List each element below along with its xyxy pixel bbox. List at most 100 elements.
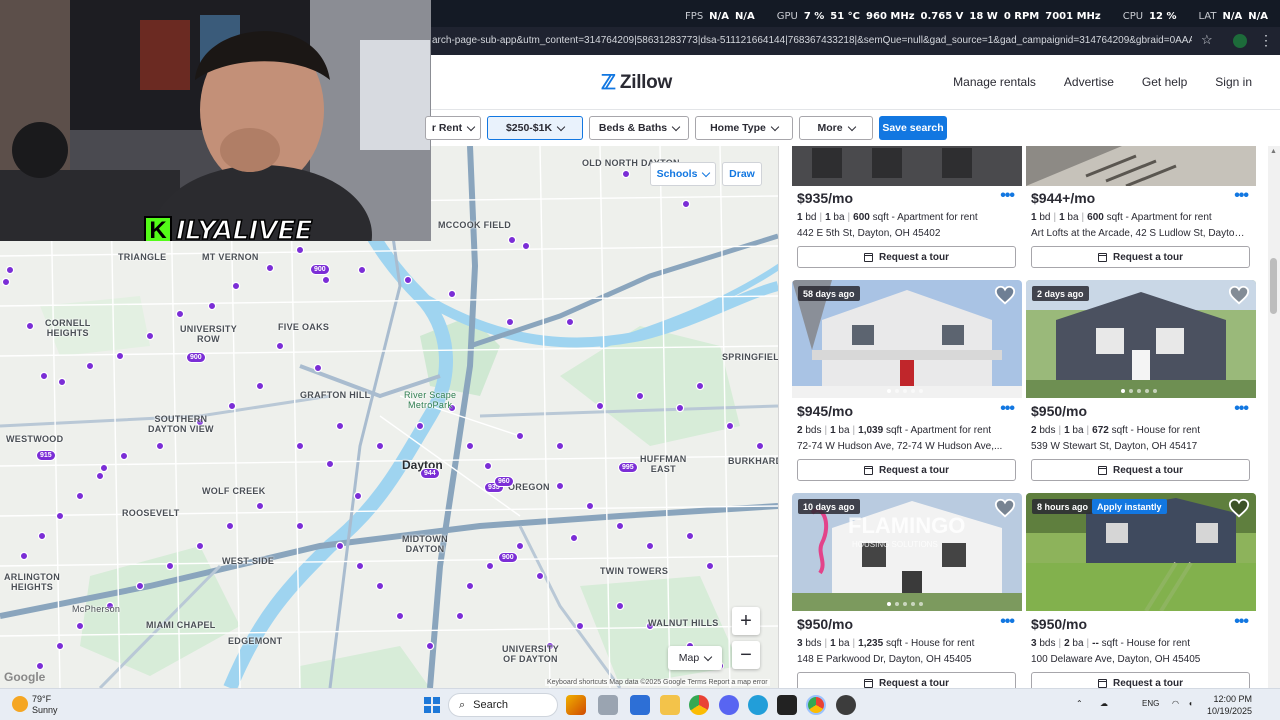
listing-marker[interactable] bbox=[99, 463, 109, 473]
listing-address[interactable]: 148 E Parkwood Dr, Dayton, OH 45405 bbox=[797, 654, 1012, 665]
listing-marker[interactable] bbox=[265, 263, 275, 273]
listing-marker[interactable] bbox=[615, 601, 625, 611]
listing-marker[interactable] bbox=[335, 541, 345, 551]
listing-marker[interactable] bbox=[507, 235, 517, 245]
listing-marker[interactable] bbox=[585, 501, 595, 511]
listing-marker[interactable] bbox=[295, 521, 305, 531]
listing-photo[interactable]: 2 days ago bbox=[1026, 280, 1256, 398]
listing-marker[interactable] bbox=[755, 441, 765, 451]
listing-marker[interactable] bbox=[55, 511, 65, 521]
nav-advertise[interactable]: Advertise bbox=[1064, 75, 1114, 89]
nav-get-help[interactable]: Get help bbox=[1142, 75, 1187, 89]
listing-card[interactable]: $935/mo ••• 1 bd | 1 ba | 600 sqft - Apartme… bbox=[792, 146, 1022, 268]
url-text[interactable]: arch-page-sub-app&utm_content=314764209|… bbox=[432, 35, 1192, 46]
profile-icon[interactable] bbox=[1233, 34, 1247, 48]
listing-marker[interactable] bbox=[357, 265, 367, 275]
volume-icon[interactable]: ◖ bbox=[1188, 699, 1193, 708]
listing-marker[interactable] bbox=[145, 331, 155, 341]
schools-button[interactable]: Schools bbox=[650, 162, 716, 186]
listing-marker[interactable] bbox=[621, 169, 631, 179]
listing-marker[interactable] bbox=[155, 441, 165, 451]
zillow-logo[interactable]: ℤ Zillow bbox=[601, 72, 672, 94]
photo-dots[interactable] bbox=[1121, 389, 1157, 393]
price-pin[interactable]: 960 bbox=[494, 476, 514, 487]
listing-marker[interactable] bbox=[85, 361, 95, 371]
map-type-button[interactable]: Map bbox=[668, 646, 722, 670]
listing-card[interactable]: 8 hours ago Apply instantly $950/mo ••• … bbox=[1026, 493, 1256, 688]
listing-card[interactable]: FLAMINGO HOUSING SOLUTIONS 10 days ago $9… bbox=[792, 493, 1022, 688]
listing-marker[interactable] bbox=[165, 561, 175, 571]
nav-sign-in[interactable]: Sign in bbox=[1215, 75, 1252, 89]
request-tour-button[interactable]: Request a tour bbox=[1031, 246, 1250, 268]
telegram-icon[interactable] bbox=[748, 695, 768, 715]
listing-marker[interactable] bbox=[403, 275, 413, 285]
listing-marker[interactable] bbox=[37, 531, 47, 541]
beds-baths-filter[interactable]: Beds & Baths bbox=[589, 116, 689, 140]
listing-marker[interactable] bbox=[75, 621, 85, 631]
cloud-icon[interactable]: ☁ bbox=[1100, 699, 1108, 708]
request-tour-button[interactable]: Request a tour bbox=[1031, 459, 1250, 481]
chrome-icon[interactable] bbox=[689, 695, 709, 715]
listing-marker[interactable] bbox=[335, 421, 345, 431]
browser-address-bar[interactable]: arch-page-sub-app&utm_content=314764209|… bbox=[431, 27, 1280, 55]
home-type-filter[interactable]: Home Type bbox=[695, 116, 793, 140]
taskbar-search[interactable]: ⌕ Search bbox=[448, 693, 558, 717]
listing-marker[interactable] bbox=[207, 301, 217, 311]
capcut-icon[interactable] bbox=[777, 695, 797, 715]
listing-address[interactable]: Art Lofts at the Arcade, 42 S Ludlow St,… bbox=[1031, 228, 1246, 239]
listing-marker[interactable] bbox=[95, 471, 105, 481]
more-options-icon[interactable]: ••• bbox=[1234, 187, 1249, 205]
weather-temp[interactable]: 79°F bbox=[32, 694, 51, 704]
listing-marker[interactable] bbox=[75, 491, 85, 501]
scroll-up-icon[interactable]: ▲ bbox=[1270, 148, 1277, 155]
weather-desc[interactable]: Sunny bbox=[32, 705, 58, 715]
listing-marker[interactable] bbox=[447, 289, 457, 299]
nav-manage-rentals[interactable]: Manage rentals bbox=[953, 75, 1036, 89]
request-tour-button[interactable]: Request a tour bbox=[797, 672, 1016, 688]
more-options-icon[interactable]: ••• bbox=[1000, 613, 1015, 631]
app-store-icon[interactable] bbox=[630, 695, 650, 715]
sun-icon[interactable] bbox=[12, 696, 28, 712]
listing-photo[interactable]: 8 hours ago Apply instantly bbox=[1026, 493, 1256, 611]
listing-marker[interactable] bbox=[615, 521, 625, 531]
listing-marker[interactable] bbox=[725, 421, 735, 431]
listing-marker[interactable] bbox=[685, 531, 695, 541]
listing-marker[interactable] bbox=[415, 421, 425, 431]
tray-chevron-icon[interactable]: ⌃ bbox=[1076, 699, 1083, 708]
listing-marker[interactable] bbox=[275, 341, 285, 351]
listing-marker[interactable] bbox=[395, 611, 405, 621]
listing-marker[interactable] bbox=[505, 317, 515, 327]
listing-marker[interactable] bbox=[55, 641, 65, 651]
listing-address[interactable]: 72-74 W Hudson Ave, 72-74 W Hudson Ave,.… bbox=[797, 441, 1012, 452]
price-pin[interactable]: 944 bbox=[420, 468, 440, 479]
listing-marker[interactable] bbox=[135, 581, 145, 591]
listing-marker[interactable] bbox=[425, 641, 435, 651]
listing-marker[interactable] bbox=[645, 541, 655, 551]
listing-type-filter[interactable]: r Rent bbox=[425, 116, 481, 140]
listing-marker[interactable] bbox=[483, 461, 493, 471]
listing-marker[interactable] bbox=[227, 401, 237, 411]
heart-icon[interactable] bbox=[994, 497, 1016, 519]
more-options-icon[interactable]: ••• bbox=[1234, 613, 1249, 631]
map-attribution[interactable]: Keyboard shortcuts Map data ©2025 Google… bbox=[545, 679, 770, 686]
listing-marker[interactable] bbox=[455, 611, 465, 621]
zoom-in-button[interactable]: + bbox=[732, 607, 760, 635]
heart-icon[interactable] bbox=[994, 284, 1016, 306]
listing-address[interactable]: 442 E 5th St, Dayton, OH 45402 bbox=[797, 228, 1012, 239]
more-options-icon[interactable]: ••• bbox=[1000, 400, 1015, 418]
browser-menu-icon[interactable]: ⋮ bbox=[1259, 32, 1273, 49]
zoom-out-button[interactable]: − bbox=[732, 641, 760, 669]
listing-marker[interactable] bbox=[555, 481, 565, 491]
listing-marker[interactable] bbox=[521, 241, 531, 251]
listing-marker[interactable] bbox=[195, 541, 205, 551]
listing-marker[interactable] bbox=[565, 317, 575, 327]
listing-marker[interactable] bbox=[119, 451, 129, 461]
listing-marker[interactable] bbox=[575, 621, 585, 631]
price-pin[interactable]: 915 bbox=[36, 450, 56, 461]
chrome-active-icon[interactable] bbox=[806, 695, 826, 715]
more-filter[interactable]: More bbox=[799, 116, 873, 140]
photo-dots[interactable] bbox=[887, 602, 923, 606]
listing-marker[interactable] bbox=[35, 661, 45, 671]
listing-marker[interactable] bbox=[635, 391, 645, 401]
taskbar-clock[interactable]: 12:00 PM 10/19/2025 bbox=[1204, 693, 1252, 717]
